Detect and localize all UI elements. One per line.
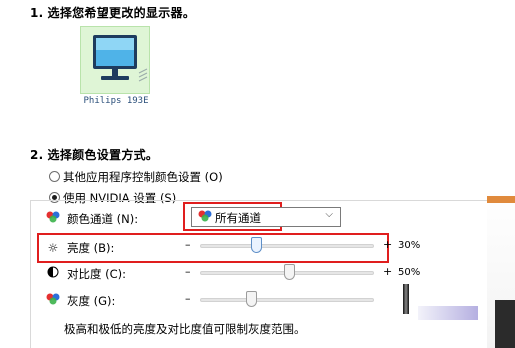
side-accent [487,196,515,203]
radio-other-apps[interactable]: 其他应用程序控制颜色设置 (O) [49,169,223,185]
contrast-thumb[interactable] [284,264,295,280]
resize-grip [403,284,409,314]
brightness-plus: + [383,238,393,251]
contrast-value: 50% [398,267,421,278]
color-channel-icon [46,211,60,226]
sun-icon: ☼ [47,241,59,255]
gamma-thumb[interactable] [246,291,257,307]
brightness-track[interactable] [200,244,374,248]
glare [418,306,478,320]
gamma-icon [46,293,60,308]
contrast-icon [46,266,60,281]
range-note: 极高和极低的亮度及对比度值可限制灰度范围。 [64,322,306,336]
monitor-icon [93,35,148,82]
monitor-name: Philips 193E [83,96,149,106]
gamma-label-row: 灰度 (G): [46,293,115,309]
gamma-minus: – [185,292,191,305]
radio-button[interactable] [49,171,60,182]
monitor-tile[interactable] [80,26,150,94]
step1-heading: 1. 选择您希望更改的显示器。 [30,6,196,20]
brightness-minus: – [185,238,191,251]
brightness-label-row: ☼ 亮度 (B): [47,241,115,255]
gamma-track[interactable] [200,298,374,302]
contrast-minus: – [185,265,191,278]
contrast-plus: + [383,265,393,278]
color-channel-select[interactable]: 所有通道 ⌵ [191,207,341,227]
color-channel-label-row: 颜色通道 (N): [46,211,138,227]
channel-select-icon [198,210,212,225]
brightness-value: 30% [398,240,421,251]
step2-heading: 2. 选择颜色设置方式。 [30,148,159,162]
contrast-label-row: 对比度 (C): [46,266,126,282]
brightness-thumb[interactable] [251,237,262,253]
side-dark-block [495,300,515,348]
chevron-down-icon: ⌵ [325,209,333,220]
